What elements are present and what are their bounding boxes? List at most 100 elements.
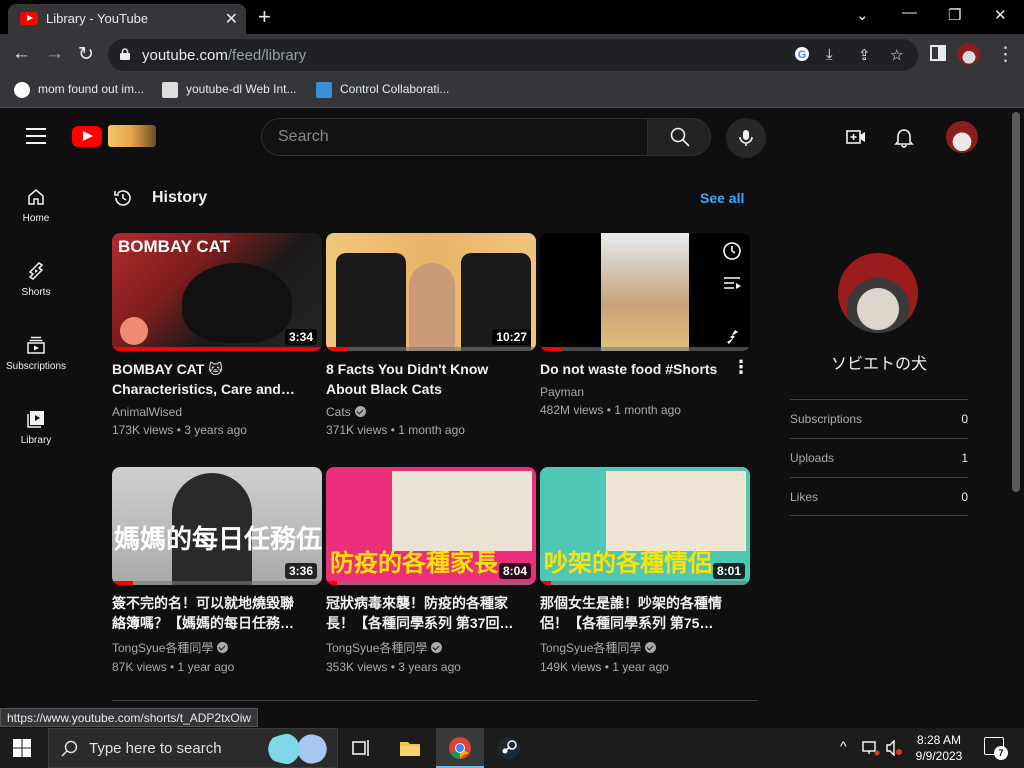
steam-icon[interactable]	[497, 736, 521, 760]
tab-search-icon[interactable]: ⌄	[856, 6, 869, 24]
google-lens-icon[interactable]: G	[794, 46, 810, 66]
forward-button[interactable]: →	[45, 43, 64, 65]
more-actions-icon[interactable]: ⋮	[732, 357, 750, 378]
video-card[interactable]: 10:27 8 Facts You Didn't Know About Blac…	[326, 233, 536, 437]
video-card[interactable]: 防疫的各種家長 8:04 冠狀病毒來襲！防疫的各種家長！【各種同學系列 第37回…	[326, 467, 536, 674]
channel-name[interactable]: TongSyue各種同學	[326, 639, 536, 656]
file-explorer-icon[interactable]	[398, 736, 422, 760]
shorts-frame	[601, 233, 689, 351]
youtube-favicon-icon	[20, 12, 38, 25]
channel-name[interactable]: Payman	[540, 385, 750, 399]
watch-progress-bar	[112, 347, 322, 351]
video-title[interactable]: 簽不完的名！可以就地燒毀聯絡簿嗎？【媽媽的每日任務…	[112, 593, 322, 633]
bookmark-item[interactable]: youtube-dl Web Int...	[162, 82, 297, 98]
new-tab-button[interactable]: +	[258, 4, 271, 30]
video-meta: 173K views • 3 years ago	[112, 423, 247, 437]
library-icon	[27, 411, 44, 428]
restore-button[interactable]: ❐	[948, 6, 961, 24]
windows-taskbar: Type here to search ^ 8:28 AM 9/9/2023 7	[0, 728, 1024, 768]
video-card[interactable]: 吵架的各種情侶 8:01 那個女生是誰！吵架的各種情侶！【各種同學系列 第75……	[540, 467, 750, 674]
video-thumbnail[interactable]: 吵架的各種情侶 8:01	[540, 467, 750, 585]
lock-icon	[120, 48, 130, 60]
svg-text:G: G	[798, 49, 807, 61]
clock-time: 8:28 AM	[916, 733, 962, 747]
thumbnail-text: 吵架的各種情侶	[544, 549, 712, 577]
video-card[interactable]: 媽媽的每日任務伍 3:36 簽不完的名！可以就地燒毀聯絡簿嗎？【媽媽的每日任務……	[112, 467, 322, 674]
add-to-queue-icon[interactable]	[722, 275, 742, 291]
account-avatar[interactable]	[946, 121, 978, 153]
guide-item-home[interactable]: Home	[0, 187, 72, 224]
channel-name[interactable]: Cats	[326, 405, 536, 419]
video-thumbnail[interactable]: BOMBAY CAT 3:34	[112, 233, 322, 351]
url-text: youtube.com/feed/library	[142, 47, 307, 64]
video-thumbnail[interactable]: 媽媽的每日任務伍 3:36	[112, 467, 322, 585]
minimize-button[interactable]: —	[902, 4, 917, 21]
browser-tab-strip: Library - YouTube ✕ + ⌄ — ❐ ✕	[0, 0, 1024, 34]
video-card[interactable]: Do not waste food #Shorts ⋮ Payman 482M …	[540, 233, 750, 417]
back-button[interactable]: ←	[12, 43, 31, 65]
chrome-icon	[449, 737, 471, 759]
video-card[interactable]: BOMBAY CAT 3:34 BOMBAY CAT 🐱 Characteris…	[112, 233, 322, 437]
video-title[interactable]: Do not waste food #Shorts	[540, 359, 750, 379]
search-input[interactable]	[262, 119, 647, 155]
video-title[interactable]: BOMBAY CAT 🐱 Characteristics, Care and…	[112, 359, 322, 399]
youtube-doodle-logo[interactable]	[108, 125, 156, 147]
network-icon[interactable]	[862, 740, 880, 756]
search-button[interactable]	[647, 118, 711, 156]
subscriptions-icon	[27, 336, 45, 354]
profile-avatar-icon[interactable]	[958, 43, 980, 65]
section-divider	[112, 700, 758, 701]
video-meta: 149K views • 1 year ago	[540, 660, 669, 674]
task-view-icon[interactable]	[350, 736, 374, 760]
guide-item-library[interactable]: Library	[0, 409, 72, 446]
side-panel-icon[interactable]	[930, 45, 946, 67]
taskbar-search-placeholder: Type here to search	[89, 740, 222, 757]
youtube-logo[interactable]	[72, 126, 102, 147]
notification-center-icon[interactable]: 7	[984, 737, 1008, 760]
address-bar[interactable]: youtube.com/feed/library G ⤓ ⇪ ☆	[108, 39, 918, 71]
search-box[interactable]	[261, 118, 647, 156]
watch-later-icon[interactable]	[722, 241, 742, 261]
verified-badge-icon	[431, 642, 443, 653]
video-duration: 10:27	[492, 329, 531, 345]
video-title[interactable]: 那個女生是誰！吵架的各種情侶！【各種同學系列 第75…	[540, 593, 750, 633]
chrome-taskbar-button[interactable]	[436, 728, 484, 768]
channel-name[interactable]: AnimalWised	[112, 405, 322, 419]
reload-button[interactable]: ↻	[78, 43, 94, 66]
close-window-button[interactable]: ✕	[994, 6, 1007, 24]
voice-search-button[interactable]	[726, 118, 766, 158]
tab-title: Library - YouTube	[46, 11, 149, 26]
video-thumbnail[interactable]: 10:27	[326, 233, 536, 351]
notifications-bell-icon[interactable]	[893, 126, 915, 148]
cat-shape	[336, 253, 406, 351]
channel-name[interactable]: TongSyue各種同學	[112, 639, 322, 656]
video-thumbnail[interactable]: 防疫的各種家長 8:04	[326, 467, 536, 585]
see-all-link[interactable]: See all	[700, 190, 744, 206]
faces-panel	[392, 471, 532, 551]
browser-tab[interactable]: Library - YouTube ✕	[8, 4, 246, 34]
close-tab-icon[interactable]: ✕	[225, 9, 238, 29]
video-title[interactable]: 8 Facts You Didn't Know About Black Cats	[326, 359, 536, 399]
profile-avatar[interactable]	[838, 253, 918, 333]
taskbar-clock[interactable]: 8:28 AM 9/9/2023	[908, 732, 970, 764]
page-scrollbar[interactable]	[1012, 112, 1020, 492]
bookmark-star-icon[interactable]: ☆	[890, 46, 903, 64]
share-icon[interactable]: ⇪	[858, 46, 871, 64]
bookmark-item[interactable]: Control Collaborati...	[316, 82, 449, 98]
install-app-icon[interactable]: ⤓	[826, 46, 833, 63]
volume-muted-icon[interactable]	[886, 740, 904, 756]
show-hidden-icons-chevron[interactable]: ^	[840, 738, 847, 754]
watch-progress-bar	[326, 347, 347, 351]
hamburger-menu-icon[interactable]	[26, 128, 46, 144]
guide-item-shorts[interactable]: Shorts	[0, 261, 72, 298]
taskbar-search-box[interactable]: Type here to search	[48, 728, 338, 768]
windows-start-icon[interactable]	[13, 739, 31, 757]
channel-name[interactable]: TongSyue各種同學	[540, 639, 750, 656]
chrome-menu-icon[interactable]: ⋮	[996, 43, 1015, 66]
create-video-icon[interactable]	[845, 126, 867, 148]
video-title[interactable]: 冠狀病毒來襲！防疫的各種家長！【各種同學系列 第37回…	[326, 593, 536, 633]
video-thumbnail[interactable]	[540, 233, 750, 351]
video-meta: 482M views • 1 month ago	[540, 403, 681, 417]
bookmark-item[interactable]: mom found out im...	[14, 82, 144, 98]
guide-item-subscriptions[interactable]: Subscriptions	[0, 335, 72, 372]
